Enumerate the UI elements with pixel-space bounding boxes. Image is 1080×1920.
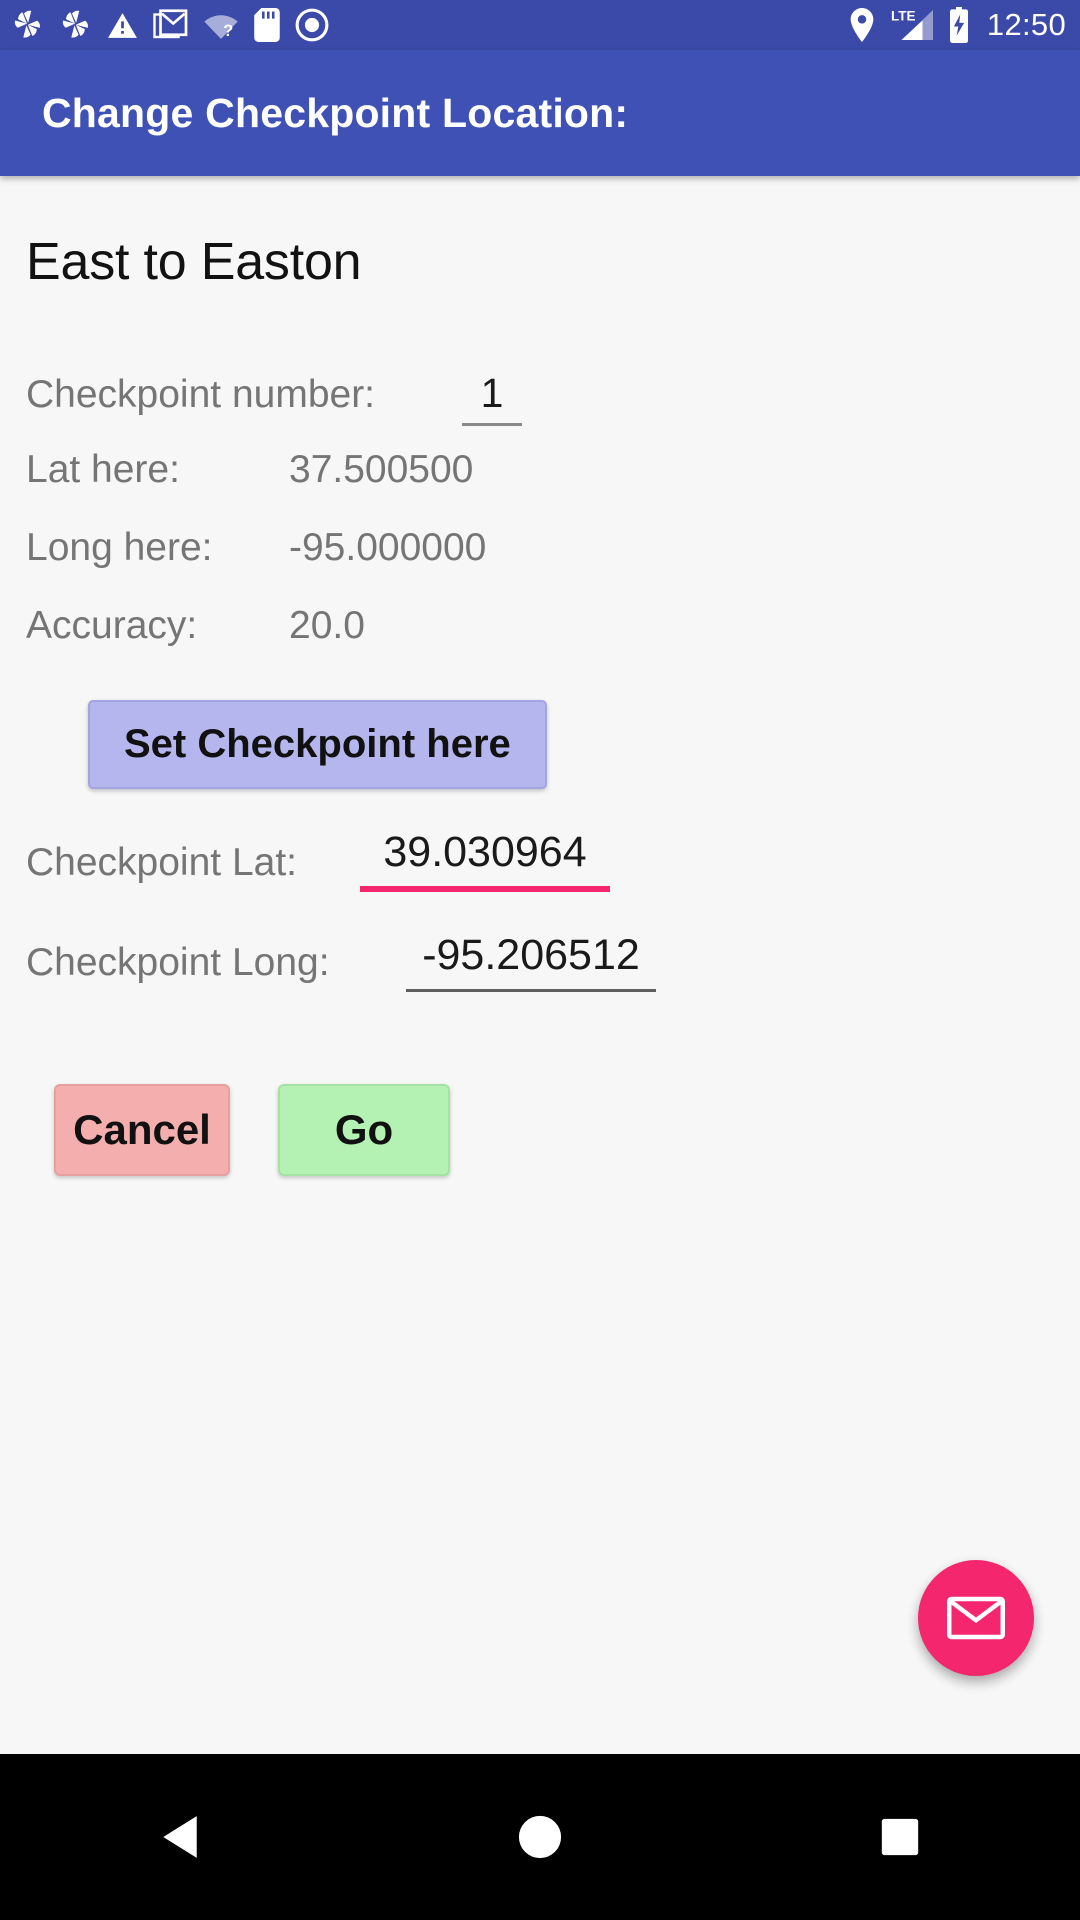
action-button-row: Cancel Go (26, 1084, 1054, 1176)
accuracy-value: 20.0 (289, 604, 365, 647)
pinwheel-icon (14, 10, 40, 38)
page-title: Change Checkpoint Location: (42, 89, 629, 136)
checkpoint-lat-input[interactable]: 39.030964 (360, 831, 610, 892)
checkpoint-long-row: Checkpoint Long: -95.206512 (26, 934, 1054, 992)
email-fab-button[interactable] (918, 1560, 1034, 1676)
home-circle-icon (518, 1815, 562, 1859)
location-pin-icon (850, 8, 874, 42)
svg-text:?: ? (223, 21, 233, 40)
set-checkpoint-button-container: Set Checkpoint here (26, 700, 1054, 789)
long-here-row: Long here: -95.000000 (26, 526, 1054, 604)
go-button[interactable]: Go (278, 1084, 450, 1176)
accuracy-label: Accuracy: (26, 604, 198, 647)
app-bar: Change Checkpoint Location: (0, 50, 1080, 176)
checkpoint-lat-label: Checkpoint Lat: (26, 841, 298, 884)
back-triangle-icon (163, 1816, 197, 1858)
status-bar-left-icons: ? (10, 7, 329, 43)
sd-card-icon (254, 8, 280, 42)
status-bar-right-icons: LTE 12:50 (847, 7, 1066, 43)
checkpoint-long-label: Checkpoint Long: (26, 941, 330, 984)
envelope-icon (947, 1596, 1005, 1640)
wifi-question-icon: ? (204, 15, 238, 40)
route-heading: East to Easton (26, 233, 362, 291)
home-button[interactable] (440, 1787, 640, 1887)
accuracy-row: Accuracy: 20.0 (26, 604, 1054, 682)
warning-triangle-icon (108, 12, 137, 38)
checkpoint-long-input[interactable]: -95.206512 (406, 934, 656, 992)
lat-here-label: Lat here: (26, 448, 180, 491)
status-bar-clock: 12:50 (986, 7, 1066, 42)
lte-signal-icon: LTE (891, 9, 933, 40)
status-bar: ? LTE 12:50 (0, 0, 1080, 50)
gmail-icon (153, 9, 188, 39)
checkpoint-number-label: Checkpoint number: (26, 373, 376, 416)
long-here-value: -95.000000 (289, 526, 487, 569)
pinwheel-icon-2 (62, 10, 88, 38)
svg-text:LTE: LTE (891, 9, 916, 24)
back-button[interactable] (80, 1787, 280, 1887)
cancel-button[interactable]: Cancel (54, 1084, 230, 1176)
checkpoint-lat-row: Checkpoint Lat: 39.030964 (26, 831, 1054, 892)
checkpoint-number-input[interactable]: 1 (462, 370, 522, 426)
battery-charging-icon (949, 7, 968, 43)
lat-here-row: Lat here: 37.500500 (26, 448, 1054, 526)
main-content: East to Easton Checkpoint number: 1 Lat … (0, 176, 1080, 1754)
lat-here-value: 37.500500 (289, 448, 474, 491)
recents-button[interactable] (800, 1787, 1000, 1887)
checkpoint-number-row: Checkpoint number: 1 (26, 370, 1054, 448)
checkpoint-number-value: 1 (480, 370, 504, 416)
long-here-label: Long here: (26, 526, 213, 569)
set-checkpoint-here-button[interactable]: Set Checkpoint here (88, 700, 547, 789)
recents-square-icon (881, 1818, 919, 1856)
record-circle-icon (295, 8, 329, 42)
navigation-bar (0, 1754, 1080, 1920)
